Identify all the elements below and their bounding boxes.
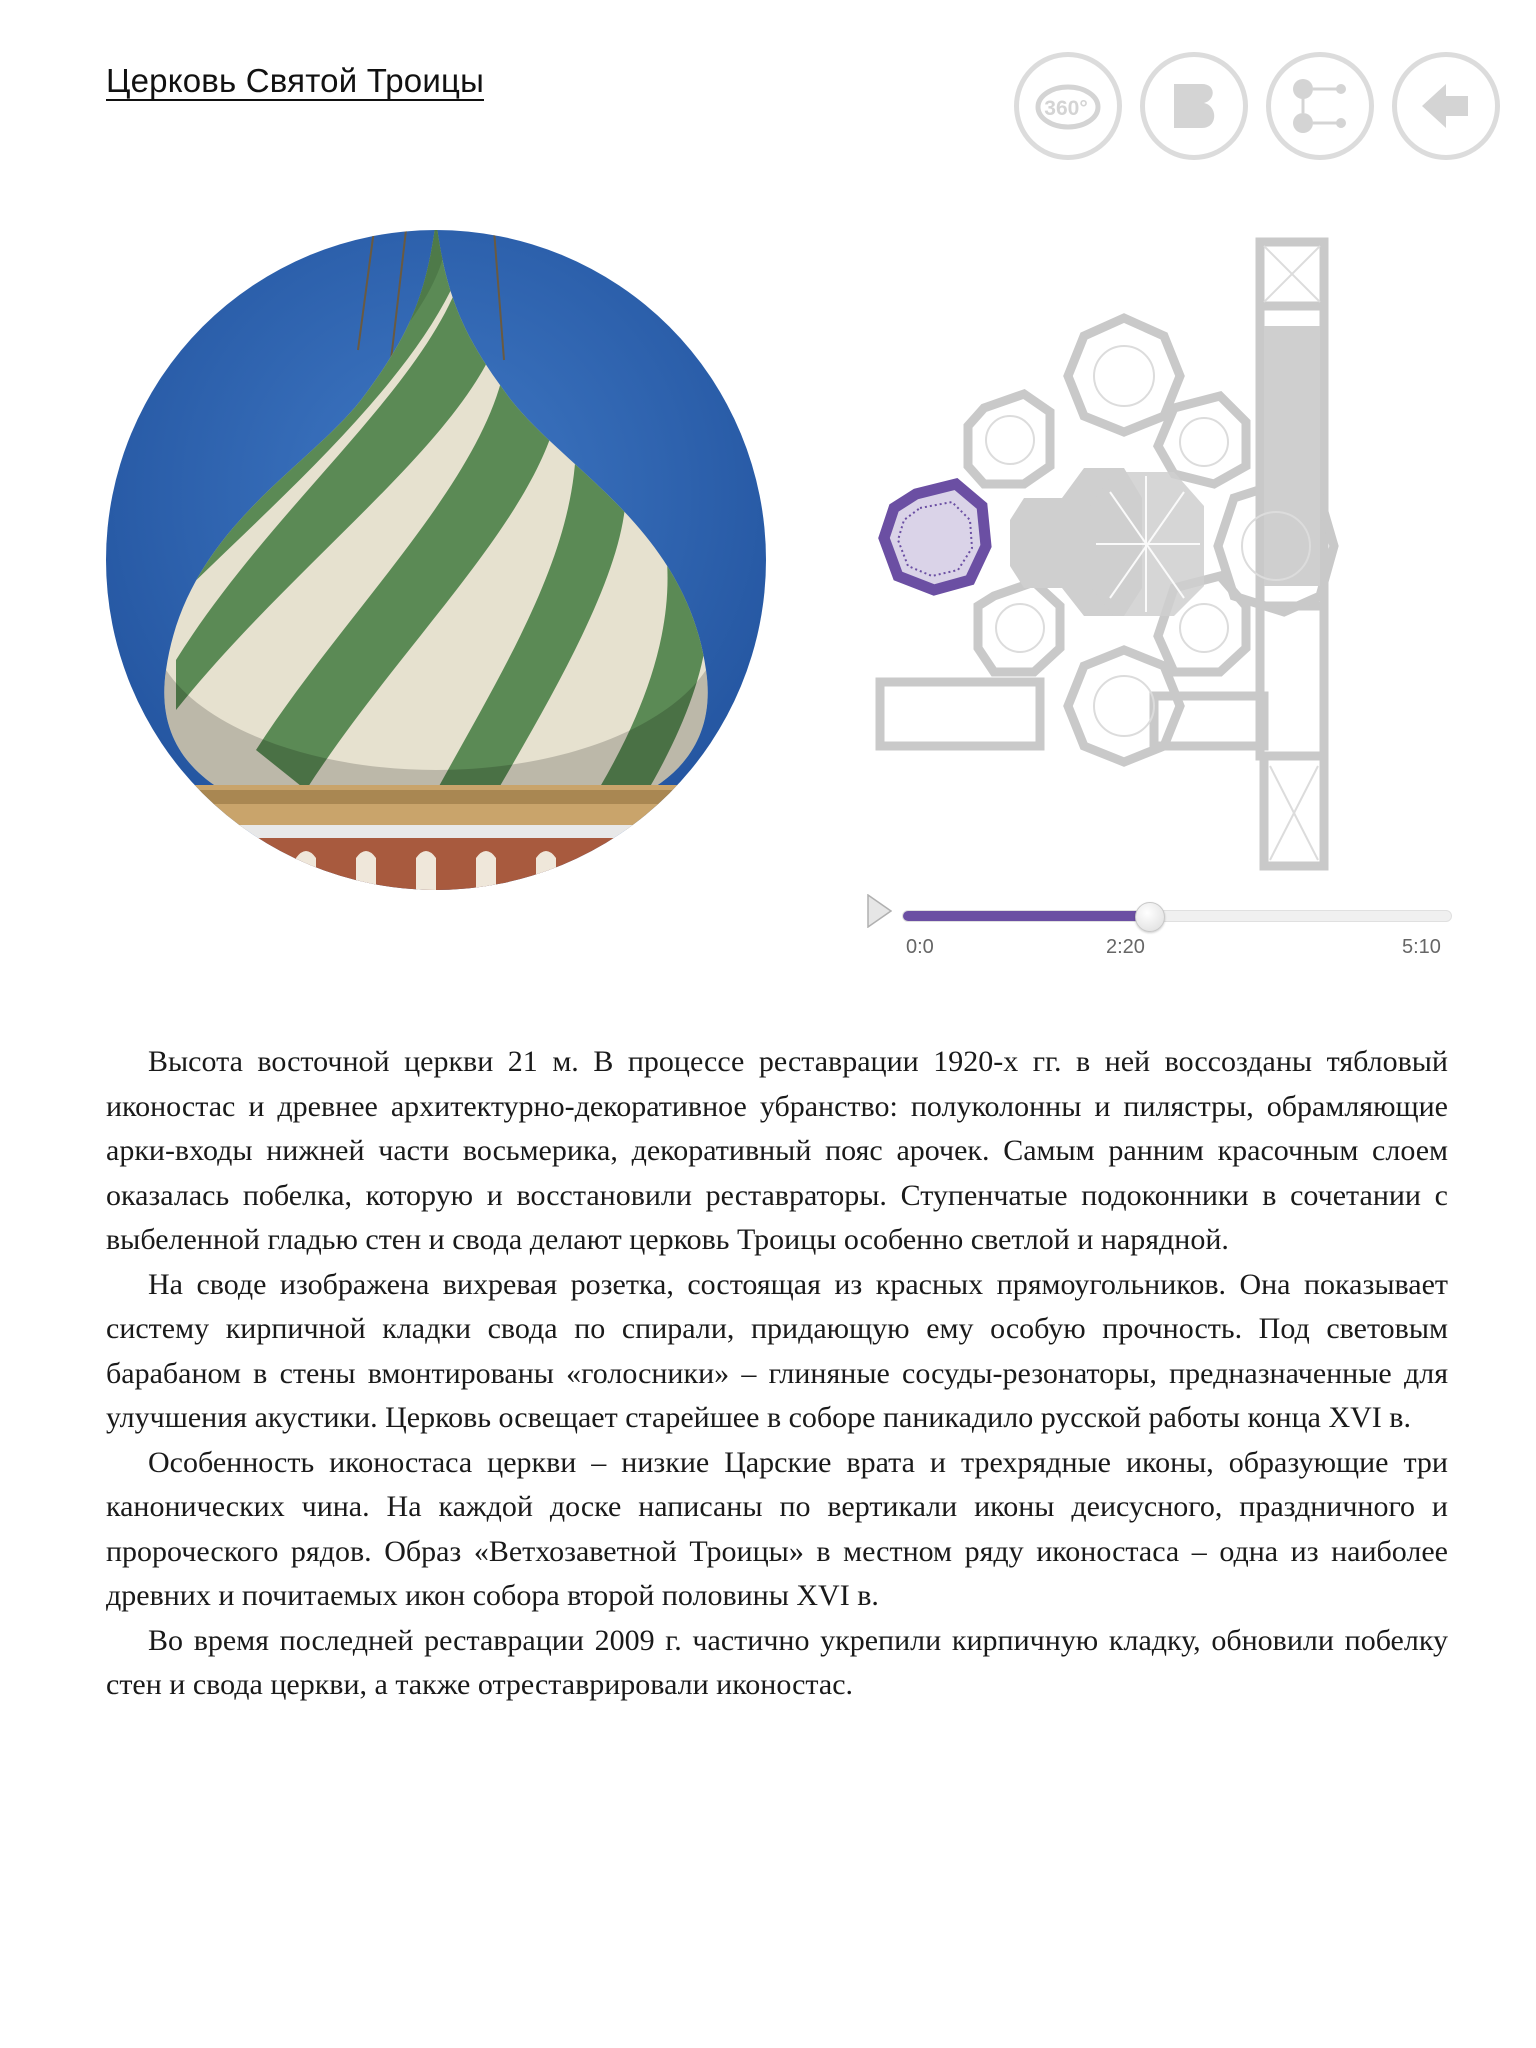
share-icon	[1293, 79, 1346, 133]
time-start-label: 0:0	[906, 936, 934, 958]
view-360-button[interactable]: 360°	[1014, 52, 1122, 160]
toolbar: 360°	[1014, 52, 1500, 160]
back-arrow-icon	[1422, 84, 1468, 128]
article-paragraph: На своде изображена вихревая розетка, со…	[106, 1267, 1448, 1435]
floor-plan-icon	[875, 237, 1339, 871]
view-360-label: 360°	[1044, 97, 1087, 120]
progress-fill	[903, 911, 1151, 921]
share-button[interactable]	[1266, 52, 1374, 160]
play-icon[interactable]	[866, 894, 892, 928]
view-360-icon: 360°	[1035, 84, 1101, 130]
church-floor-plan[interactable]	[874, 236, 1340, 872]
church-dome-photo	[106, 230, 766, 890]
time-current-label: 2:20	[1106, 936, 1145, 958]
article-paragraph: Особенность иконостаса церкви – низкие Ц…	[106, 1445, 1448, 1613]
progress-track[interactable]	[902, 902, 1452, 932]
onion-dome-icon	[106, 230, 766, 890]
progress-thumb[interactable]	[1135, 902, 1166, 932]
article-paragraph: Во время последней реставрации 2009 г. ч…	[106, 1623, 1448, 1702]
back-button[interactable]	[1392, 52, 1500, 160]
article-body: Высота восточной церкви 21 м. В процессе…	[106, 1040, 1448, 1708]
page-title: Церковь Святой Троицы	[106, 62, 484, 99]
time-end-label: 5:10	[1402, 936, 1441, 958]
book-icon	[1174, 84, 1215, 128]
book-button[interactable]	[1140, 52, 1248, 160]
audio-player: 0:0 2:20 5:10	[866, 890, 1456, 970]
article-paragraph: Высота восточной церкви 21 м. В процессе…	[106, 1045, 1448, 1256]
